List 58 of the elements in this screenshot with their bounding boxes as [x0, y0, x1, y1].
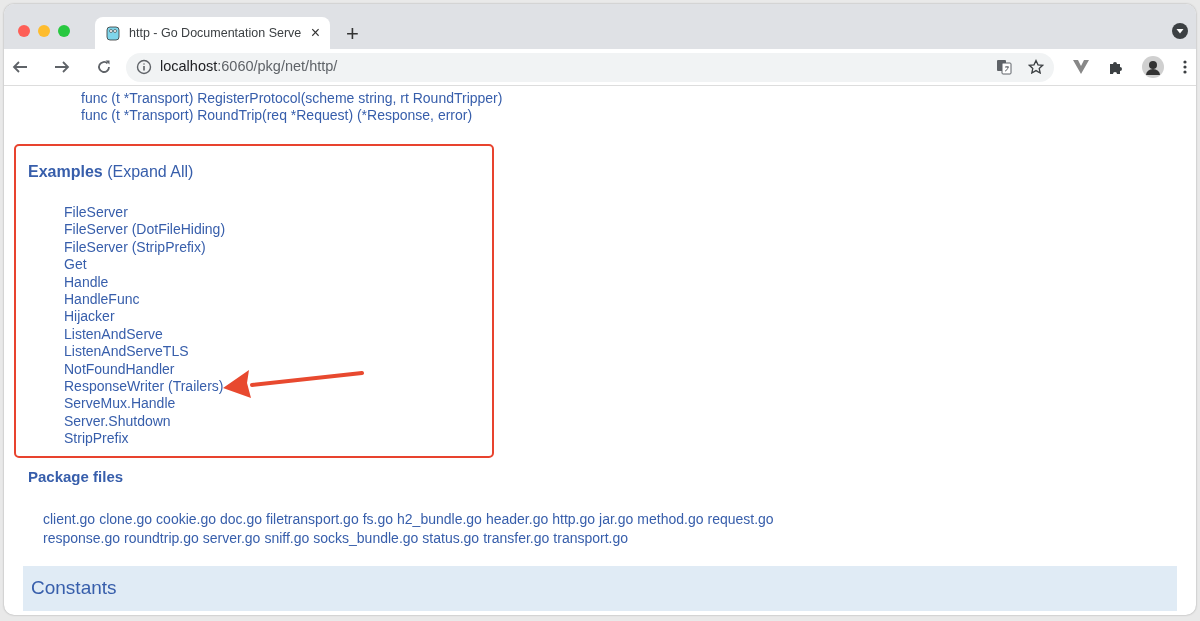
file-link[interactable]: method.go: [637, 511, 704, 528]
gopher-icon: [105, 25, 121, 41]
expand-all-link[interactable]: (Expand All): [107, 163, 194, 180]
info-icon[interactable]: [136, 59, 152, 75]
avatar-icon[interactable]: [1142, 56, 1164, 78]
file-link[interactable]: request.go: [707, 511, 774, 528]
example-link[interactable]: Handle: [64, 273, 109, 290]
file-link[interactable]: filetransport.go: [266, 511, 359, 528]
file-link[interactable]: header.go: [485, 511, 549, 528]
file-link[interactable]: response.go: [43, 530, 121, 547]
url-text: localhost:6060/pkg/net/http/: [160, 57, 339, 77]
example-link[interactable]: ListenAndServe: [64, 325, 163, 342]
close-tab-button[interactable]: ×: [310, 25, 320, 41]
example-link[interactable]: HandleFunc: [64, 291, 140, 308]
example-link[interactable]: FileServer (DotFileHiding): [64, 221, 226, 238]
file-link[interactable]: http.go: [552, 511, 596, 528]
method-link[interactable]: func (t *Transport) RegisterProtocol(scheme string, rt RoundTripper): [81, 90, 503, 106]
example-link[interactable]: Get: [64, 256, 87, 273]
examples-link[interactable]: Examples: [28, 163, 103, 180]
file-link[interactable]: sniff.go: [264, 530, 310, 547]
file-link[interactable]: socks_bundle.go: [313, 530, 419, 547]
puzzle-icon[interactable]: [1108, 59, 1124, 75]
file-link[interactable]: fs.go: [362, 511, 394, 528]
reload-icon[interactable]: [96, 59, 112, 75]
file-link[interactable]: doc.go: [220, 511, 263, 528]
section-heading: Package files: [28, 466, 125, 487]
file-link[interactable]: roundtrip.go: [124, 530, 199, 547]
star-icon[interactable]: [1028, 59, 1044, 75]
back-icon[interactable]: [12, 59, 28, 75]
file-link[interactable]: client.go: [43, 511, 96, 528]
menu-icon[interactable]: [1182, 59, 1188, 75]
v-icon[interactable]: [1072, 59, 1090, 75]
file-link[interactable]: h2_bundle.go: [397, 511, 482, 528]
tab-title: http - Go Documentation Serve: [129, 24, 303, 42]
section-header: Constants: [23, 566, 1177, 611]
example-link[interactable]: FileServer: [64, 204, 128, 220]
tab-search-icon[interactable]: [1172, 22, 1188, 39]
browser-tab[interactable]: http - Go Documentation Serve ×: [95, 17, 330, 49]
example-link[interactable]: Hijacker: [64, 308, 115, 325]
address-bar[interactable]: localhost:6060/pkg/net/http/: [126, 52, 1054, 82]
example-link[interactable]: Server.Shutdown: [64, 412, 171, 429]
example-link[interactable]: ResponseWriter (Trailers): [64, 378, 224, 395]
file-link[interactable]: transport.go: [553, 530, 629, 547]
file-link[interactable]: clone.go: [99, 511, 153, 528]
example-link[interactable]: StripPrefix: [64, 430, 129, 447]
file-link[interactable]: cookie.go: [156, 511, 217, 528]
file-link[interactable]: server.go: [202, 530, 261, 547]
forward-icon[interactable]: [54, 59, 70, 75]
new-tab-button[interactable]: +: [346, 23, 359, 45]
file-link[interactable]: transfer.go: [483, 530, 550, 547]
example-link[interactable]: FileServer (StripPrefix): [64, 238, 206, 255]
translate-icon[interactable]: [996, 59, 1012, 75]
example-link[interactable]: NotFoundHandler: [64, 360, 175, 377]
file-link[interactable]: jar.go: [599, 511, 634, 528]
method-link[interactable]: func (t *Transport) RoundTrip(req *Request) (*Response, error): [81, 107, 473, 123]
file-link[interactable]: status.go: [422, 530, 480, 547]
example-link[interactable]: ServeMux.Handle: [64, 395, 176, 412]
example-link[interactable]: ListenAndServeTLS: [64, 343, 189, 360]
